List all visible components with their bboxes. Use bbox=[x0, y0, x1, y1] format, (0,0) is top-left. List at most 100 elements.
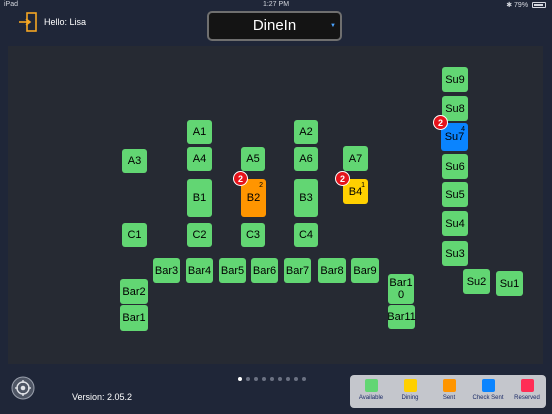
table-a6[interactable]: A6 bbox=[294, 147, 318, 171]
legend-item: Available bbox=[352, 379, 390, 401]
legend-item: Check Sent bbox=[469, 379, 507, 401]
dining-mode-value: DineIn bbox=[252, 17, 297, 34]
table-label: A6 bbox=[299, 153, 313, 165]
table-label: Su2 bbox=[466, 275, 487, 288]
table-su5[interactable]: Su5 bbox=[442, 182, 468, 207]
page-indicator[interactable] bbox=[238, 377, 310, 383]
table-c1[interactable]: C1 bbox=[122, 223, 147, 247]
table-su6[interactable]: Su6 bbox=[442, 154, 468, 179]
page-dot[interactable] bbox=[286, 377, 290, 381]
page-dot[interactable] bbox=[270, 377, 274, 381]
guest-count: 1 bbox=[361, 182, 365, 189]
legend-item: Sent bbox=[430, 379, 468, 401]
table-label: Su8 bbox=[445, 102, 465, 115]
table-label: C2 bbox=[192, 229, 207, 241]
table-su3[interactable]: Su3 bbox=[442, 241, 468, 266]
table-label: Su5 bbox=[445, 188, 465, 201]
table-label: Bar11 bbox=[387, 311, 416, 323]
table-label: Bar3 bbox=[154, 264, 179, 277]
legend-label: Check Sent bbox=[472, 395, 504, 401]
bluetooth-icon: ✱ bbox=[506, 2, 513, 9]
table-label: B2 bbox=[246, 192, 261, 204]
legend-label: Reserved bbox=[514, 395, 540, 401]
order-count-badge: 2 bbox=[433, 115, 448, 130]
table-a2[interactable]: A2 bbox=[294, 120, 318, 144]
table-c4[interactable]: C4 bbox=[294, 223, 318, 247]
table-a4[interactable]: A4 bbox=[187, 147, 212, 171]
legend-label: Sent bbox=[442, 395, 456, 401]
table-su9[interactable]: Su9 bbox=[442, 67, 468, 92]
page-dot[interactable] bbox=[254, 377, 258, 381]
table-label: B3 bbox=[299, 192, 313, 204]
table-label: Bar8 bbox=[320, 264, 344, 277]
status-bar: iPad 1:27 PM ✱ 79% bbox=[0, 0, 552, 10]
table-bar7[interactable]: Bar7 bbox=[284, 258, 311, 283]
table-label: Bar2 bbox=[122, 285, 146, 298]
page-dot[interactable] bbox=[302, 377, 306, 381]
table-bar10[interactable]: Bar1 0 bbox=[388, 274, 414, 304]
order-count-badge: 2 bbox=[233, 171, 248, 186]
table-bar2[interactable]: Bar2 bbox=[120, 279, 148, 304]
table-label: Su1 bbox=[499, 277, 520, 290]
table-su4[interactable]: Su4 bbox=[442, 211, 468, 236]
table-label: C4 bbox=[298, 229, 314, 241]
legend-swatch bbox=[442, 379, 456, 392]
settings-gear-icon[interactable] bbox=[11, 376, 35, 400]
legend-swatch bbox=[481, 379, 495, 392]
page-dot[interactable] bbox=[238, 377, 242, 381]
table-c2[interactable]: C2 bbox=[187, 223, 212, 247]
table-bar1[interactable]: Bar1 bbox=[120, 305, 148, 331]
dining-mode-selector[interactable]: DineIn ▼ bbox=[207, 11, 342, 41]
table-label: Su9 bbox=[445, 73, 465, 86]
table-label: A7 bbox=[348, 152, 363, 165]
page-dot[interactable] bbox=[262, 377, 266, 381]
table-label: Bar1 0 bbox=[389, 277, 413, 301]
table-label: Bar6 bbox=[252, 264, 277, 277]
table-bar5[interactable]: Bar5 bbox=[219, 258, 246, 283]
table-bar6[interactable]: Bar6 bbox=[251, 258, 278, 283]
table-label: A1 bbox=[192, 126, 207, 138]
table-label: A3 bbox=[127, 155, 142, 167]
guest-count: 4 bbox=[461, 126, 465, 133]
legend-item: Reserved bbox=[508, 379, 546, 401]
legend-swatch bbox=[520, 379, 534, 392]
table-su2[interactable]: Su2 bbox=[463, 269, 490, 294]
version-label: Version: 2.05.2 bbox=[72, 392, 133, 402]
table-bar4[interactable]: Bar4 bbox=[186, 258, 213, 283]
table-bar9[interactable]: Bar9 bbox=[351, 258, 379, 283]
clock: 1:27 PM bbox=[262, 1, 290, 8]
legend-label: Dining bbox=[401, 395, 419, 401]
page-dot[interactable] bbox=[294, 377, 298, 381]
table-label: Bar9 bbox=[353, 264, 377, 277]
battery-status: ✱ 79% bbox=[506, 1, 546, 9]
page-dot[interactable] bbox=[246, 377, 250, 381]
table-a7[interactable]: A7 bbox=[343, 146, 368, 171]
table-a1[interactable]: A1 bbox=[187, 120, 212, 144]
table-b2[interactable]: B2 2 bbox=[241, 179, 266, 217]
page-dot[interactable] bbox=[278, 377, 282, 381]
battery-icon bbox=[532, 2, 546, 8]
guest-count: 2 bbox=[259, 182, 263, 189]
battery-percent: 79% bbox=[514, 2, 529, 9]
table-bar3[interactable]: Bar3 bbox=[153, 258, 180, 283]
legend-swatch bbox=[364, 379, 378, 392]
logout-icon[interactable] bbox=[18, 12, 38, 32]
order-count-badge: 2 bbox=[335, 171, 350, 186]
table-b1[interactable]: B1 bbox=[187, 179, 212, 217]
legend-swatch bbox=[403, 379, 417, 392]
table-a3[interactable]: A3 bbox=[122, 149, 147, 173]
table-b3[interactable]: B3 bbox=[294, 179, 318, 217]
table-bar8[interactable]: Bar8 bbox=[318, 258, 346, 283]
table-label: Su3 bbox=[445, 247, 465, 260]
chevron-down-icon: ▼ bbox=[330, 23, 336, 29]
table-label: B1 bbox=[192, 192, 207, 204]
legend-item: Dining bbox=[391, 379, 429, 401]
table-label: Bar1 bbox=[122, 312, 146, 324]
table-label: Su4 bbox=[445, 217, 465, 230]
table-label: Bar5 bbox=[220, 264, 245, 277]
table-c3[interactable]: C3 bbox=[241, 223, 265, 247]
table-su1[interactable]: Su1 bbox=[496, 271, 523, 296]
floor-plan: A1 A2 A3 A4 A5 A6 A7 B1 B2 2 2 B3 B4 1 2 C1 C2 C3 C4 Bar1 0 B… bbox=[8, 46, 543, 364]
table-a5[interactable]: A5 bbox=[241, 147, 265, 171]
table-bar11[interactable]: Bar11 bbox=[387, 305, 416, 329]
